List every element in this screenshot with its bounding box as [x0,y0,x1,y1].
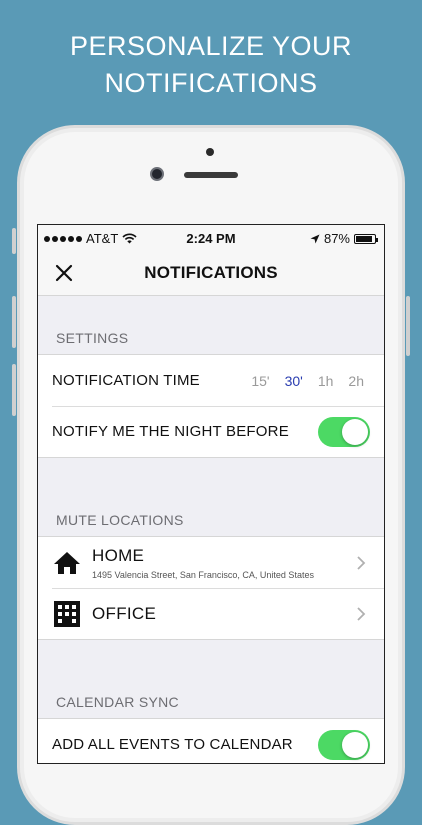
add-all-events-toggle[interactable] [318,729,370,760]
status-bar: AT&T 2:24 PM 87% [38,225,384,251]
building-icon [52,599,82,629]
headline-line-2: NOTIFICATIONS [104,68,318,98]
phone-side-button [12,228,16,254]
headline-line-1: PERSONALIZE YOUR [69,31,353,61]
time-option-2h[interactable]: 2h [348,373,364,389]
location-row-home[interactable]: HOME 1495 Valencia Street, San Francisco… [38,537,384,588]
phone-sensor [206,148,214,156]
time-option-1h[interactable]: 1h [318,373,334,389]
night-before-toggle[interactable] [318,416,370,447]
time-option-15[interactable]: 15' [251,373,269,389]
phone-side-button [12,364,16,416]
notification-time-row: NOTIFICATION TIME 15' 30' 1h 2h [38,355,384,406]
add-all-events-label: ADD ALL EVENTS TO CALENDAR [52,736,293,753]
notification-time-label: NOTIFICATION TIME [52,372,200,389]
phone-camera [150,167,164,181]
location-arrow-icon [310,234,320,243]
page-title: NOTIFICATIONS [144,263,278,282]
location-row-office[interactable]: OFFICE [38,588,384,639]
chevron-right-icon [357,606,366,621]
phone-speaker [184,172,238,178]
chevron-right-icon [357,555,366,570]
location-address-home: 1495 Valencia Street, San Francisco, CA,… [92,569,314,580]
headline: PERSONALIZE YOUR NOTIFICATIONS [0,28,422,102]
section-header-calendar-sync: CALENDAR SYNC [56,694,179,710]
home-icon [52,548,82,578]
navigation-bar: NOTIFICATIONS [38,251,384,296]
notification-time-options: 15' 30' 1h 2h [251,373,364,389]
night-before-row: NOTIFY ME THE NIGHT BEFORE [38,406,384,457]
location-name-home: HOME [92,545,145,565]
location-name-office: OFFICE [92,603,157,623]
mute-locations-group: HOME 1495 Valencia Street, San Francisco… [38,536,384,640]
section-header-mute-locations: MUTE LOCATIONS [56,512,184,528]
settings-group: NOTIFICATION TIME 15' 30' 1h 2h NOTIFY M… [38,354,384,458]
add-all-events-row: ADD ALL EVENTS TO CALENDAR [38,719,384,763]
phone-side-button [12,296,16,348]
phone-screen: AT&T 2:24 PM 87% NOTIFICATIONS SETTINGS [37,224,385,764]
section-header-settings: SETTINGS [56,330,129,346]
night-before-label: NOTIFY ME THE NIGHT BEFORE [52,423,289,440]
calendar-sync-group: ADD ALL EVENTS TO CALENDAR [38,718,384,763]
phone-side-button [406,296,410,356]
battery-percent: 87% [323,231,350,246]
time-option-30[interactable]: 30' [285,373,303,389]
battery-icon [354,233,378,244]
